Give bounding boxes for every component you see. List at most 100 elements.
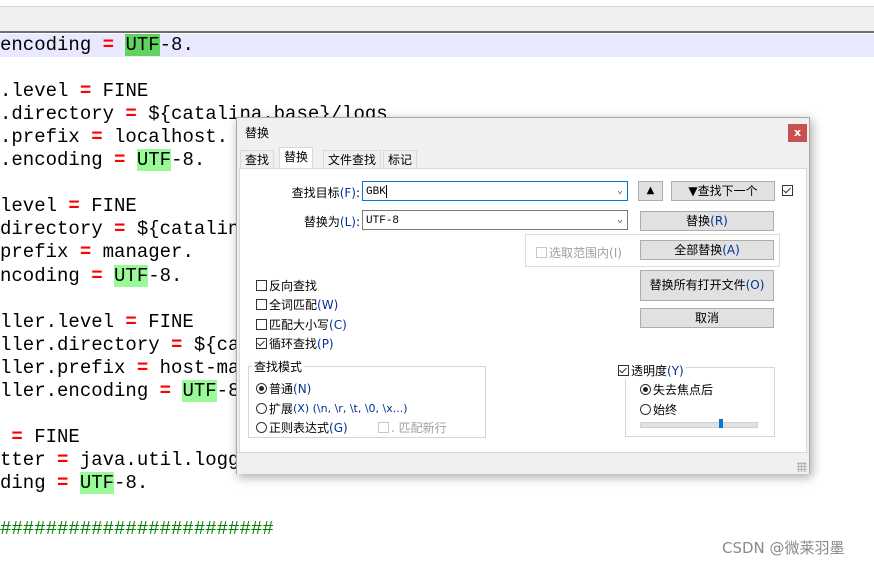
code-text: manager. [91,241,194,263]
code-text: ncoding [0,265,92,287]
chevron-down-icon[interactable]: ⌄ [617,211,623,231]
checkbox-checked-icon [256,338,267,349]
code-line: ncoding = UTF-8. [0,265,182,288]
find-what-label: 查找目标(F): [291,186,360,200]
transparency-slider-thumb[interactable] [719,419,723,428]
transparency-slider-track[interactable] [640,422,758,428]
code-line: .level = FINE [0,80,148,103]
replace-dialog: 替换 x 查找 替换 文件查找 标记 查找目标(F): GBK ⌄ 替换为(L)… [236,117,810,474]
operator: = [125,103,137,125]
search-match: UTF [136,149,172,171]
title-strip [0,0,874,7]
code-text: directory [0,218,115,240]
operator: = [102,34,115,56]
code-line: ller.encoding = UTF-8. [0,380,251,403]
radio-icon [256,422,267,433]
transparency-on-lose-focus-radio[interactable]: 失去焦点后 [640,381,713,398]
replace-all-button[interactable]: 全部替换(A) [640,240,774,260]
code-line: encoding = UTF-8. [0,34,874,57]
text-caret [385,184,387,198]
code-line: level = FINE [0,195,137,218]
close-button[interactable]: x [788,124,807,142]
radio-selected-icon [256,383,267,394]
find-previous-button[interactable]: ▲ [638,181,663,201]
option-match-case[interactable]: 匹配大小写 (C) [256,316,347,333]
checkbox-checked-icon [782,185,793,196]
direction-checkbox[interactable] [782,185,795,196]
checkbox-icon [536,247,547,258]
operator: = [57,472,69,494]
search-mode-title: 查找模式 [252,358,305,375]
dot-matches-newline-checkbox[interactable]: . 匹配新行 [378,419,447,436]
code-line: .prefix = localhost. [0,126,228,149]
code-text: tter [0,449,58,471]
operator: = [159,380,172,402]
code-text: encoding [0,34,103,56]
replace-panel: 查找目标(F): GBK ⌄ 替换为(L): UTF-8 ⌄ ▲ ▼查找下一个 … [239,168,807,453]
operator: = [91,265,103,287]
tab-find[interactable]: 查找 [240,150,275,169]
code-line: ding = UTF-8. [0,472,148,495]
code-text: .directory [0,103,126,125]
chevron-down-icon[interactable]: ⌄ [617,182,623,202]
operator: = [114,149,126,171]
search-match: UTF [125,34,160,56]
search-match: UTF [114,265,149,287]
option-wrap-around[interactable]: 循环查找 (P) [256,335,334,352]
in-selection-checkbox[interactable]: 选取范围内 (I) [536,244,622,261]
option-whole-word[interactable]: 全词匹配 (W) [256,296,338,313]
replace-button[interactable]: 替换(R) [640,211,774,231]
toolbar [0,7,874,31]
status-bar [237,452,809,474]
operator: = [114,218,126,240]
code-text: FINE [136,311,194,333]
operator: = [11,426,23,448]
replace-all-open-files-button[interactable]: 替换所有打开文件(O) [640,270,774,301]
code-text: level [0,195,69,217]
checkbox-icon [256,280,267,291]
operator: = [57,449,69,471]
code-line: prefix = manager. [0,241,194,264]
code-text: -8. [148,265,183,287]
option-backward[interactable]: 反向查找 [256,277,317,294]
resize-grip-icon[interactable] [797,462,807,472]
operator: = [171,334,183,356]
code-text: -8. [159,34,194,56]
code-text: -8. [114,472,149,494]
code-text: FINE [22,426,80,448]
tab-replace[interactable]: 替换 [279,147,314,170]
find-next-button[interactable]: ▼查找下一个 [671,181,775,201]
dialog-title: 替换 [245,126,270,140]
code-text: localhost. [102,126,229,148]
mode-extended-radio[interactable]: 扩展 (X) (\n, \r, \t, \0, \x...) [256,400,408,417]
code-text: ller.prefix [0,357,137,379]
search-match: UTF [182,380,217,402]
checkbox-icon [256,299,267,310]
replace-with-input[interactable]: UTF-8 ⌄ [362,210,628,230]
code-text: .encoding [0,149,115,171]
code-line: = FINE [0,426,80,449]
transparency-always-radio[interactable]: 始终 [640,401,677,418]
cancel-button[interactable]: 取消 [640,308,774,328]
transparency-checkbox[interactable]: 透明度 (Y) [618,362,686,379]
comment-text: ######################## [0,518,274,540]
mode-normal-radio[interactable]: 普通 (N) [256,380,311,397]
radio-icon [640,404,651,415]
radio-icon [256,403,267,414]
operator: = [91,126,103,148]
replace-with-label: 替换为(L): [303,215,360,229]
mode-regex-radio[interactable]: 正则表达式 (G) [256,419,348,436]
tab-find-in-files[interactable]: 文件查找 [323,150,382,169]
code-text: prefix [0,241,80,263]
code-line: ller.level = FINE [0,311,194,334]
tab-mark[interactable]: 标记 [383,150,418,169]
find-what-input[interactable]: GBK ⌄ [362,181,628,201]
code-text: .level [0,80,80,102]
watermark: CSDN @微莱羽墨 [722,539,845,557]
code-text: ller.directory [0,334,172,356]
